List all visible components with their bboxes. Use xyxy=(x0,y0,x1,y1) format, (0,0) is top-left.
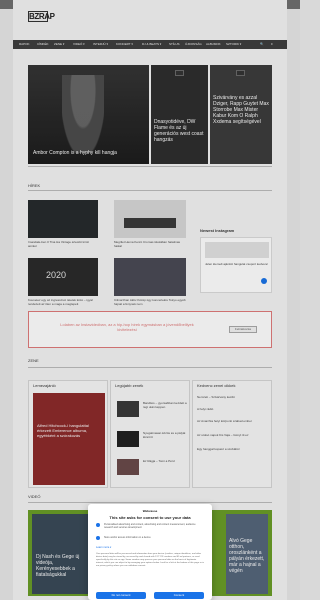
person-icon xyxy=(96,523,100,527)
consent-button[interactable]: Consent xyxy=(154,592,204,599)
consent-purpose-text: Personalised advertising and content, ad… xyxy=(104,523,196,529)
device-icon xyxy=(96,536,100,540)
do-not-consent-button[interactable]: Do not consent xyxy=(96,592,146,599)
consent-storage-row: Store and/or access information on a dev… xyxy=(96,536,204,542)
consent-brand: Webcasse xyxy=(142,509,158,513)
consent-fine-print: Your personal data will be processed and… xyxy=(96,553,204,567)
learn-more-link[interactable]: Learn more ▾ xyxy=(96,546,111,549)
consent-storage-text: Store and/or access information on a dev… xyxy=(104,536,151,539)
consent-title: This site asks for consent to use your d… xyxy=(109,515,191,520)
consent-purpose-row: Personalised advertising and content, ad… xyxy=(96,523,204,533)
consent-modal: Webcasse This site asks for consent to u… xyxy=(88,504,212,600)
